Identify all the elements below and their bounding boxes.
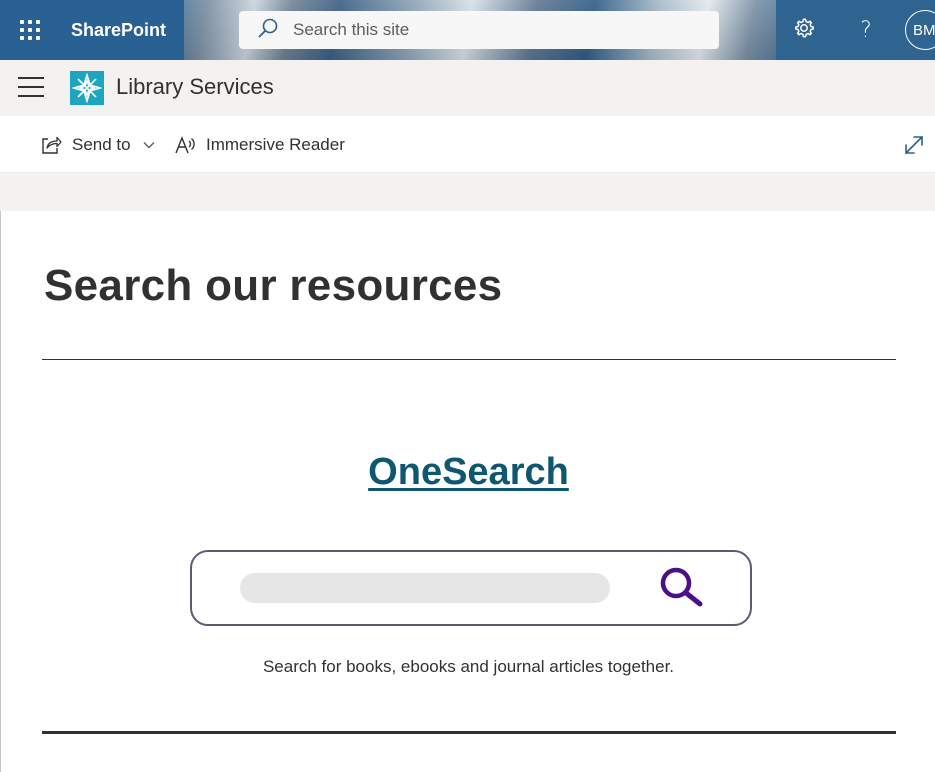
command-bar: Send to Immersive Reader <box>0 116 935 173</box>
onesearch-heading: OneSearch <box>1 451 935 494</box>
immersive-reader-icon <box>174 135 196 155</box>
section-band <box>0 173 935 211</box>
waffle-icon <box>20 20 40 40</box>
onesearch-input[interactable] <box>240 573 610 603</box>
brand-label: SharePoint <box>71 19 167 40</box>
site-search-box[interactable] <box>239 11 719 49</box>
page-content: Search our resources OneSearch Search fo… <box>0 211 935 772</box>
gear-icon <box>793 17 815 44</box>
onesearch-link[interactable]: OneSearch <box>368 451 569 493</box>
send-to-label: Send to <box>72 134 131 154</box>
settings-button[interactable] <box>786 12 822 48</box>
divider-bottom <box>42 731 896 734</box>
send-to-button[interactable]: Send to <box>40 116 155 173</box>
expand-icon[interactable] <box>902 133 926 157</box>
site-header: Library Services <box>0 60 935 116</box>
help-button[interactable]: ? <box>848 12 884 48</box>
hamburger-icon[interactable] <box>18 73 46 101</box>
immersive-reader-label: Immersive Reader <box>206 134 345 154</box>
chevron-down-icon <box>143 141 155 149</box>
magnifier-icon <box>656 565 706 614</box>
sharepoint-brand-link[interactable]: SharePoint <box>60 0 184 60</box>
onesearch-caption: Search for books, ebooks and journal art… <box>262 657 675 676</box>
search-input[interactable] <box>293 20 673 40</box>
site-logo[interactable] <box>70 71 104 105</box>
onesearch-submit-button[interactable] <box>656 566 706 612</box>
onesearch-search-widget[interactable] <box>190 550 752 626</box>
app-launcher-button[interactable] <box>0 0 60 60</box>
share-icon <box>40 135 62 155</box>
page-title: Search our resources <box>44 261 503 310</box>
suite-bar: SharePoint ? BM <box>0 0 935 60</box>
site-title[interactable]: Library Services <box>116 74 274 100</box>
immersive-reader-button[interactable]: Immersive Reader <box>174 116 345 173</box>
search-icon <box>257 17 279 44</box>
avatar-initials: BM <box>913 21 935 39</box>
divider <box>42 359 896 360</box>
help-icon: ? <box>860 17 872 43</box>
